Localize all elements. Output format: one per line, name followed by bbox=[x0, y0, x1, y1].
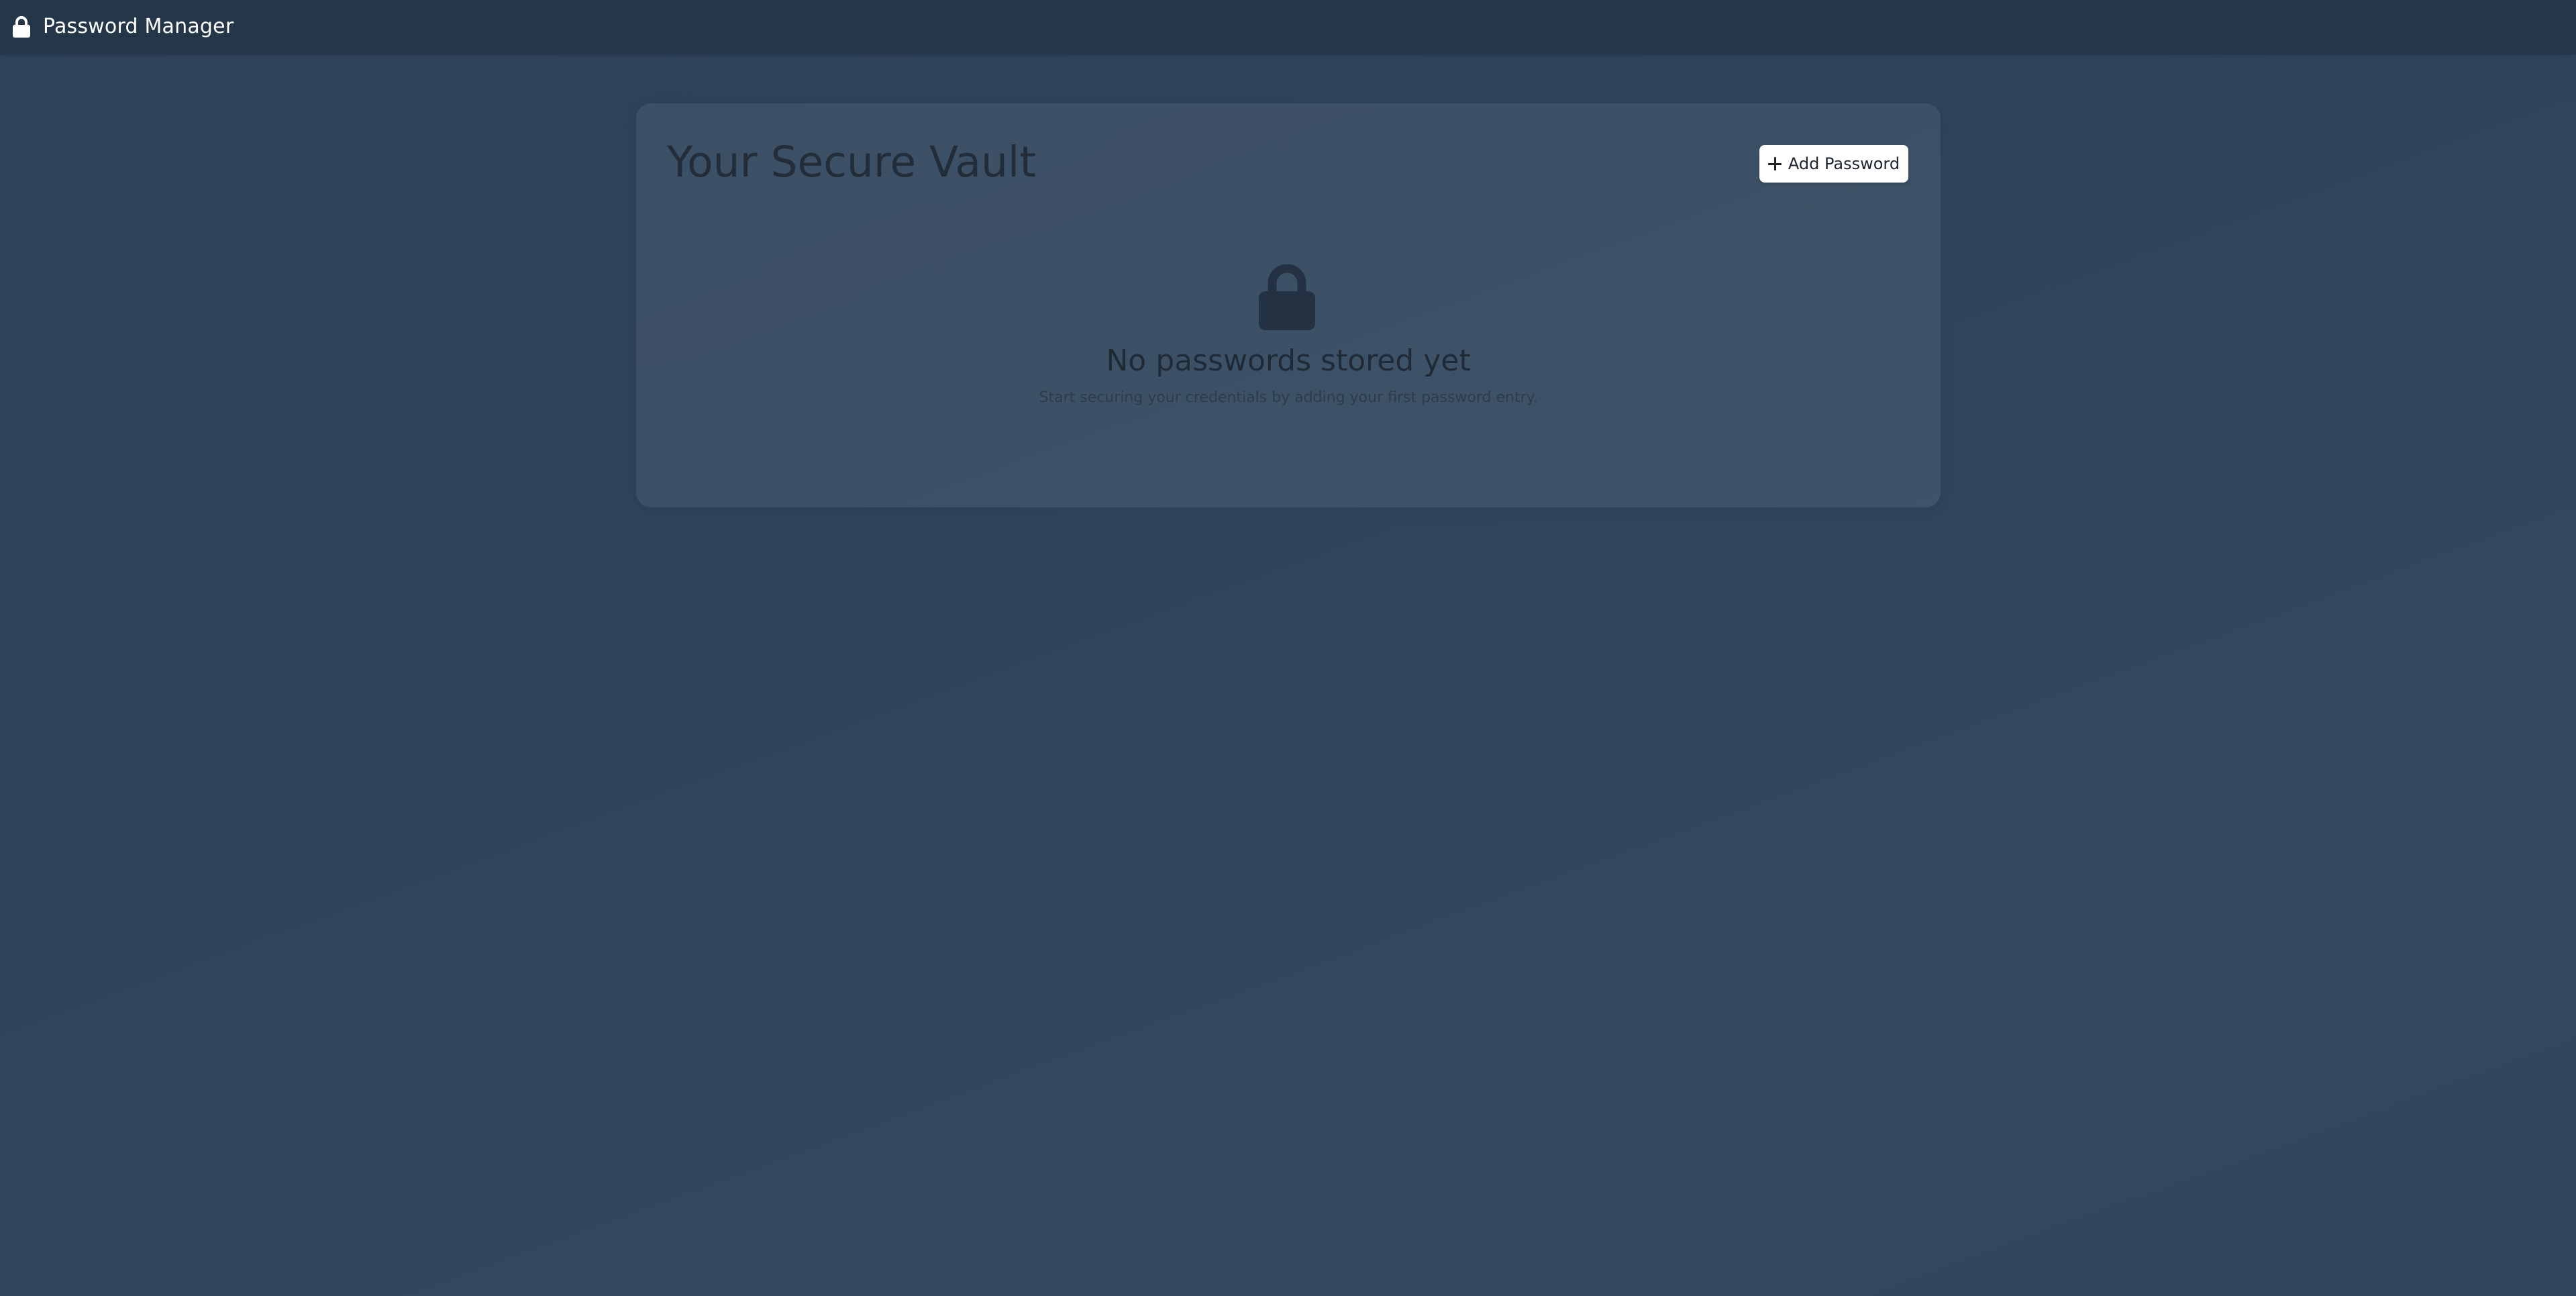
empty-state-subtitle: Start securing your credentials by addin… bbox=[1039, 389, 1538, 406]
top-navigation-bar: Password Manager bbox=[0, 0, 2576, 54]
vault-panel: Your Secure Vault Add Password No passwo… bbox=[636, 103, 1941, 507]
empty-state-title: No passwords stored yet bbox=[1106, 344, 1471, 378]
page-title: Your Secure Vault bbox=[667, 138, 1037, 187]
plus-icon bbox=[1767, 157, 1782, 170]
app-title: Password Manager bbox=[43, 15, 234, 38]
add-password-button[interactable]: Add Password bbox=[1759, 145, 1908, 183]
lock-icon bbox=[12, 16, 31, 38]
lock-icon bbox=[1255, 263, 1319, 330]
add-password-label: Add Password bbox=[1788, 154, 1900, 173]
